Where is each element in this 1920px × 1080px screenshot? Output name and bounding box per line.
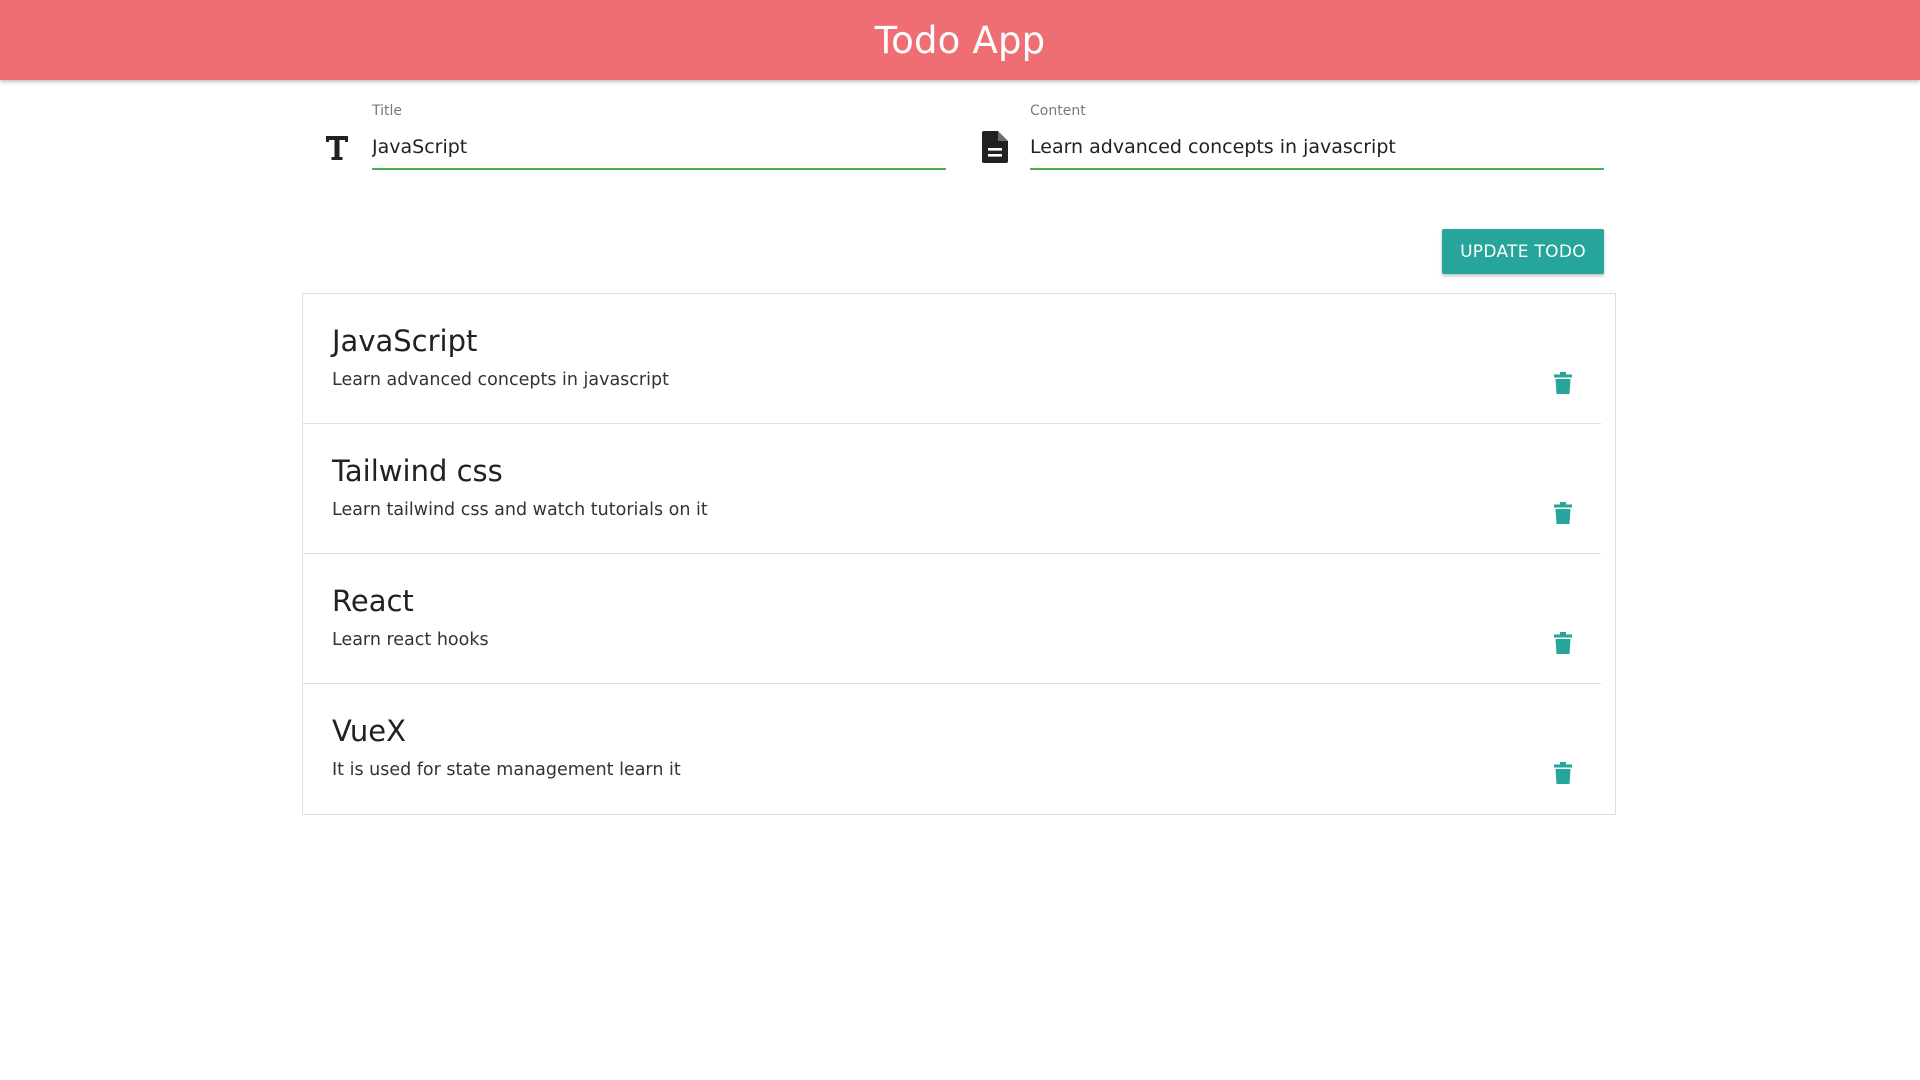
trash-icon[interactable] (1551, 370, 1575, 396)
todo-title: React (332, 584, 414, 618)
todo-content: Learn tailwind css and watch tutorials o… (332, 500, 708, 520)
app-title: Todo App (874, 18, 1046, 62)
document-icon (980, 130, 1010, 164)
text-format-icon (322, 130, 352, 164)
update-todo-button[interactable]: UPDATE TODO (1442, 229, 1604, 274)
trash-icon[interactable] (1551, 500, 1575, 526)
todo-content: It is used for state management learn it (332, 760, 681, 780)
todo-list: JavaScript Learn advanced concepts in ja… (302, 293, 1616, 815)
todo-title: Tailwind css (332, 454, 503, 488)
trash-icon[interactable] (1551, 630, 1575, 656)
title-label: Title (372, 103, 403, 119)
title-input[interactable] (372, 126, 946, 170)
todo-content: Learn advanced concepts in javascript (332, 370, 669, 390)
todo-form: Title Content (302, 96, 1604, 186)
trash-icon[interactable] (1551, 760, 1575, 786)
todo-item: Tailwind css Learn tailwind css and watc… (303, 424, 1601, 554)
content-field: Content (960, 96, 1604, 186)
todo-title: JavaScript (332, 324, 478, 358)
title-field: Title (302, 96, 946, 186)
content-label: Content (1030, 103, 1086, 119)
todo-item: React Learn react hooks (303, 554, 1601, 684)
content-input[interactable] (1030, 126, 1604, 170)
todo-content: Learn react hooks (332, 630, 489, 650)
navbar: Todo App (0, 0, 1920, 80)
todo-title: VueX (332, 714, 406, 748)
todo-item: VueX It is used for state management lea… (303, 684, 1601, 814)
todo-item: JavaScript Learn advanced concepts in ja… (303, 294, 1601, 424)
